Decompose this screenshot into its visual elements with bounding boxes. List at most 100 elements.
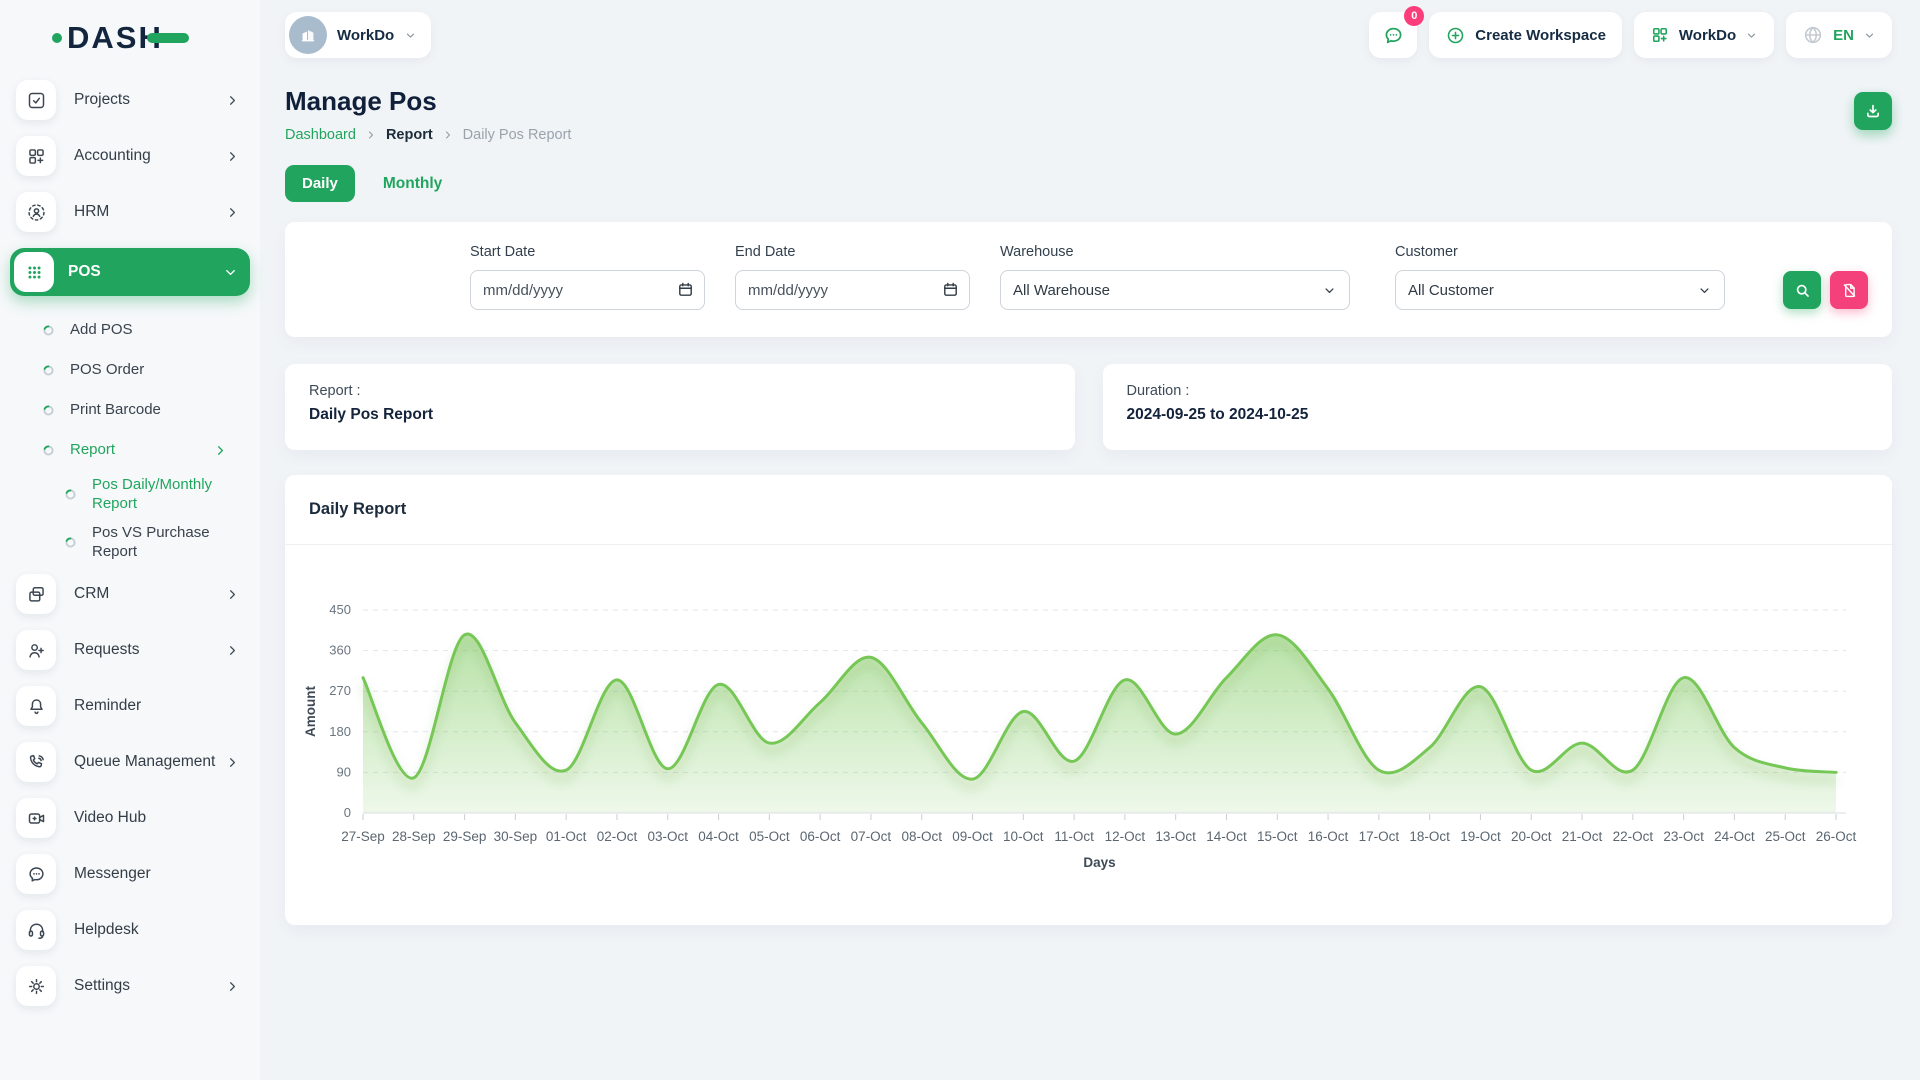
sidebar-item-video-hub[interactable]: Video Hub [16, 798, 252, 838]
x-tick-label: 21-Oct [1562, 829, 1603, 844]
start-date-label: Start Date [470, 244, 705, 260]
topbar: WorkDo 0 Create Workspace [285, 0, 1892, 70]
topbar-actions: 0 Create Workspace WorkDo EN [1369, 12, 1892, 58]
download-report-button[interactable] [1854, 92, 1892, 130]
breadcrumb-report[interactable]: Report [386, 127, 433, 143]
x-tick-label: 11-Oct [1054, 829, 1094, 844]
bullet-icon [64, 488, 77, 501]
end-date-input[interactable] [735, 270, 970, 310]
reminder-icon [16, 686, 56, 726]
warehouse-select[interactable]: All Warehouse [1000, 270, 1350, 310]
y-tick-label: 0 [344, 805, 351, 820]
crm-icon [16, 574, 56, 614]
x-tick-label: 30-Sep [494, 829, 538, 844]
apply-filter-button[interactable] [1783, 271, 1821, 309]
duration-card: Duration : 2024-09-25 to 2024-10-25 [1103, 364, 1893, 450]
grid-plus-icon [1650, 25, 1670, 45]
sidebar-item-label: POS Order [70, 360, 144, 380]
x-tick-label: 10-Oct [1003, 829, 1044, 844]
customer-group: Customer All Customer [1395, 244, 1725, 310]
workspace-chip[interactable]: WorkDo [285, 12, 431, 58]
messages-button[interactable]: 0 [1369, 12, 1417, 58]
x-tick-label: 15-Oct [1257, 829, 1298, 844]
logo-dash-icon [147, 33, 189, 43]
sidebar-item-queue[interactable]: Queue Management [16, 742, 252, 782]
chevron-right-icon [225, 643, 240, 658]
report-card-value: Daily Pos Report [309, 406, 1051, 424]
sidebar-item-label: Pos Daily/Monthly Report [92, 475, 242, 514]
messenger-icon [16, 854, 56, 894]
chevron-right-icon [225, 979, 240, 994]
sidebar-item-label: Helpdesk [74, 921, 139, 939]
sidebar-item-pos-order[interactable]: POS Order [16, 350, 252, 390]
x-tick-label: 28-Sep [392, 829, 436, 844]
workspace-avatar [289, 16, 327, 54]
page-head: Manage Pos Dashboard Report Daily Pos Re… [285, 86, 1892, 202]
sidebar-item-label: Requests [74, 641, 139, 659]
x-tick-label: 01-Oct [546, 829, 587, 844]
sidebar-item-messenger[interactable]: Messenger [16, 854, 252, 894]
sidebar: DASH Projects Accounting HRM POS Add POS POS … [0, 0, 260, 1080]
building-icon [298, 25, 318, 45]
chevron-down-icon [1322, 283, 1337, 298]
sidebar-item-label: Add POS [70, 320, 133, 340]
plus-circle-icon [1445, 25, 1466, 46]
tab-monthly[interactable]: Monthly [383, 175, 442, 193]
workspace-menu-button[interactable]: WorkDo [1634, 12, 1774, 58]
start-date-group: Start Date [470, 244, 705, 310]
chevron-down-icon [1697, 283, 1712, 298]
sidebar-item-pos[interactable]: POS [10, 248, 250, 296]
y-axis-title: Amount [303, 686, 318, 737]
sidebar-item-reminder[interactable]: Reminder [16, 686, 252, 726]
reset-filter-button[interactable] [1830, 271, 1868, 309]
report-card-label: Report : [309, 383, 1051, 399]
sidebar-item-settings[interactable]: Settings [16, 966, 252, 1006]
sidebar-item-label: HRM [74, 203, 109, 221]
language-selector[interactable]: EN [1786, 12, 1892, 58]
sidebar-item-helpdesk[interactable]: Helpdesk [16, 910, 252, 950]
globe-icon [1802, 24, 1824, 46]
warehouse-label: Warehouse [1000, 244, 1350, 260]
customer-select[interactable]: All Customer [1395, 270, 1725, 310]
sidebar-item-report[interactable]: Report [16, 430, 252, 470]
chart-title: Daily Report [285, 475, 1892, 519]
sidebar-item-accounting[interactable]: Accounting [16, 136, 252, 176]
y-tick-label: 360 [329, 643, 351, 658]
helpdesk-icon [16, 910, 56, 950]
sidebar-item-pos-daily-monthly-report[interactable]: Pos Daily/Monthly Report [16, 470, 252, 518]
sidebar-item-label: Reminder [74, 697, 141, 715]
breadcrumb-dashboard[interactable]: Dashboard [285, 127, 356, 143]
sidebar-item-hrm[interactable]: HRM [16, 192, 252, 232]
sidebar-item-crm[interactable]: CRM [16, 574, 252, 614]
sidebar-item-requests[interactable]: Requests [16, 630, 252, 670]
x-tick-label: 08-Oct [901, 829, 942, 844]
tab-daily[interactable]: Daily [285, 165, 355, 202]
x-tick-label: 09-Oct [952, 829, 993, 844]
x-tick-label: 19-Oct [1460, 829, 1501, 844]
bullet-icon [42, 324, 55, 337]
sidebar-item-label: Settings [74, 977, 130, 995]
app-logo[interactable]: DASH [52, 20, 260, 56]
chevron-right-icon [225, 205, 240, 220]
download-icon [1863, 101, 1883, 121]
accounting-icon [16, 136, 56, 176]
start-date-input[interactable] [470, 270, 705, 310]
sidebar-item-print-barcode[interactable]: Print Barcode [16, 390, 252, 430]
chevron-right-icon [442, 129, 454, 141]
x-tick-label: 18-Oct [1409, 829, 1450, 844]
x-axis-title: Days [1083, 855, 1115, 870]
notification-badge: 0 [1404, 6, 1424, 26]
sidebar-item-add-pos[interactable]: Add POS [16, 310, 252, 350]
customer-label: Customer [1395, 244, 1725, 260]
y-tick-label: 450 [329, 602, 351, 617]
chat-bubble-icon [1382, 24, 1405, 47]
x-tick-label: 12-Oct [1105, 829, 1146, 844]
sidebar-item-projects[interactable]: Projects [16, 80, 252, 120]
x-tick-label: 22-Oct [1613, 829, 1654, 844]
breadcrumb: Dashboard Report Daily Pos Report [285, 127, 1892, 143]
create-workspace-button[interactable]: Create Workspace [1429, 12, 1622, 58]
sidebar-item-label: POS [68, 263, 101, 281]
x-tick-label: 20-Oct [1511, 829, 1552, 844]
sidebar-item-pos-vs-purchase-report[interactable]: Pos VS Purchase Report [16, 518, 252, 566]
x-tick-label: 29-Sep [443, 829, 487, 844]
